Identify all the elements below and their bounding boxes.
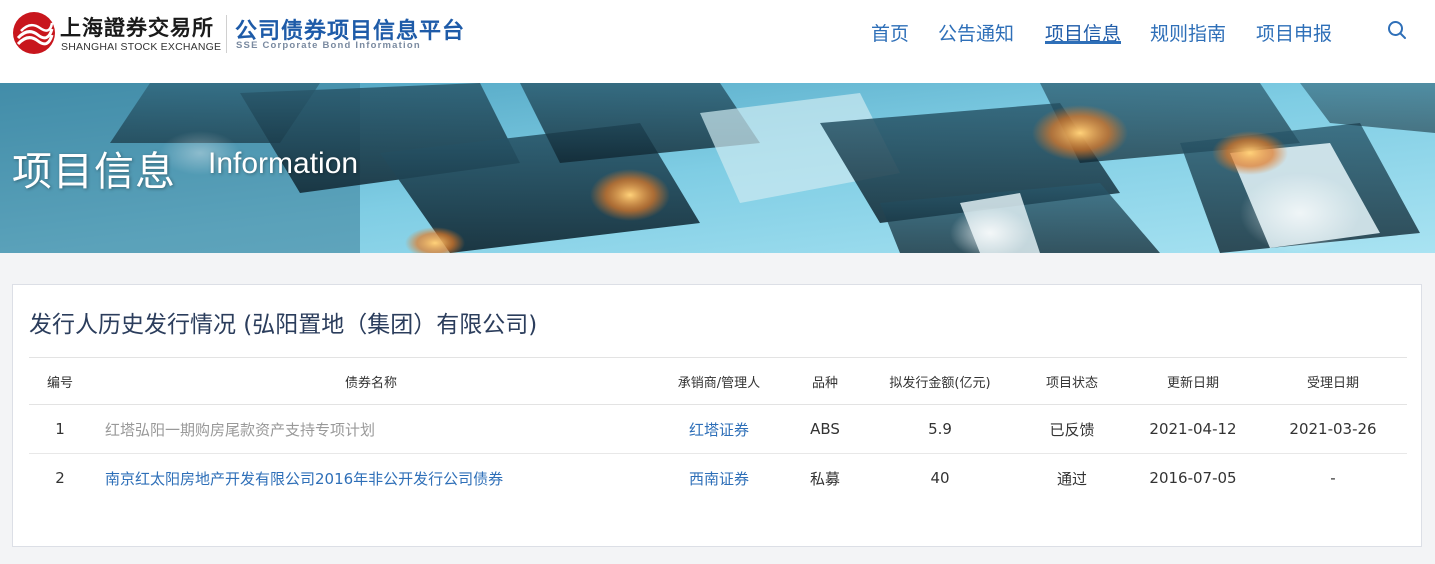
column-header-amount: 拟发行金额(亿元): [863, 357, 1017, 405]
issue-amount: 5.9: [863, 404, 1017, 454]
search-icon[interactable]: [1386, 19, 1408, 41]
column-header-status: 项目状态: [1017, 357, 1127, 405]
row-no: 1: [29, 404, 91, 454]
bond-type: ABS: [787, 404, 863, 454]
nav-rules-guide[interactable]: 规则指南: [1150, 19, 1226, 45]
bond-name-link[interactable]: 南京红太阳房地产开发有限公司2016年非公开发行公司债券: [91, 454, 651, 503]
issuance-history-table: 编号 债券名称 承销商/管理人 品种 拟发行金额(亿元) 项目状态 更新日期 受…: [29, 357, 1407, 503]
table-row: 2 南京红太阳房地产开发有限公司2016年非公开发行公司债券 西南证券 私募 4…: [29, 454, 1407, 503]
nav-home[interactable]: 首页: [871, 19, 909, 45]
column-header-accepted: 受理日期: [1259, 357, 1407, 405]
sse-logo-icon[interactable]: [12, 11, 56, 55]
underwriter-link[interactable]: 红塔证券: [651, 404, 787, 454]
accepted-date: -: [1330, 469, 1336, 488]
project-status: 已反馈: [1017, 404, 1127, 454]
column-header-updated: 更新日期: [1127, 357, 1259, 405]
banner-title: 项目信息: [12, 149, 176, 195]
issue-amount: 40: [930, 469, 950, 488]
table-row: 1 红塔弘阳一期购房尾款资产支持专项计划 红塔证券 ABS 5.9 已反馈 20…: [29, 404, 1407, 454]
nav-active-underline: [1045, 41, 1121, 44]
updated-date: 2021-04-12: [1127, 404, 1259, 454]
table-header-row: 编号 债券名称 承销商/管理人 品种 拟发行金额(亿元) 项目状态 更新日期 受…: [29, 357, 1407, 405]
column-header-underwriter: 承销商/管理人: [651, 357, 787, 405]
exchange-name-cn: 上海證券交易所: [60, 15, 214, 40]
logo-divider: [226, 15, 227, 53]
issuance-history-panel: 发行人历史发行情况 (弘阳置地（集团）有限公司) 编号 债券名称 承销商/管理人…: [12, 284, 1422, 547]
updated-date: 2016-07-05: [1149, 469, 1237, 488]
hero-banner: 项目信息 Information: [0, 83, 1435, 253]
bond-type: 私募: [809, 469, 840, 488]
platform-name-en: SSE Corporate Bond Information: [236, 40, 421, 51]
nav-project-declaration[interactable]: 项目申报: [1256, 19, 1332, 45]
nav-announcements[interactable]: 公告通知: [938, 19, 1014, 45]
section-title: 发行人历史发行情况 (弘阳置地（集团）有限公司): [29, 312, 538, 338]
row-no: 2: [55, 469, 65, 488]
column-header-type: 品种: [787, 357, 863, 405]
underwriter-link[interactable]: 西南证券: [651, 454, 787, 503]
project-status: 通过: [1056, 469, 1087, 488]
top-header: 上海證券交易所 SHANGHAI STOCK EXCHANGE 公司债券项目信息…: [0, 0, 1435, 83]
bond-name: 红塔弘阳一期购房尾款资产支持专项计划: [91, 404, 651, 454]
column-header-bond-name: 债券名称: [91, 357, 651, 405]
column-header-no: 编号: [29, 357, 91, 405]
banner-subtitle: Information: [208, 147, 359, 180]
exchange-name-en: SHANGHAI STOCK EXCHANGE: [61, 41, 222, 53]
accepted-date: 2021-03-26: [1259, 404, 1407, 454]
